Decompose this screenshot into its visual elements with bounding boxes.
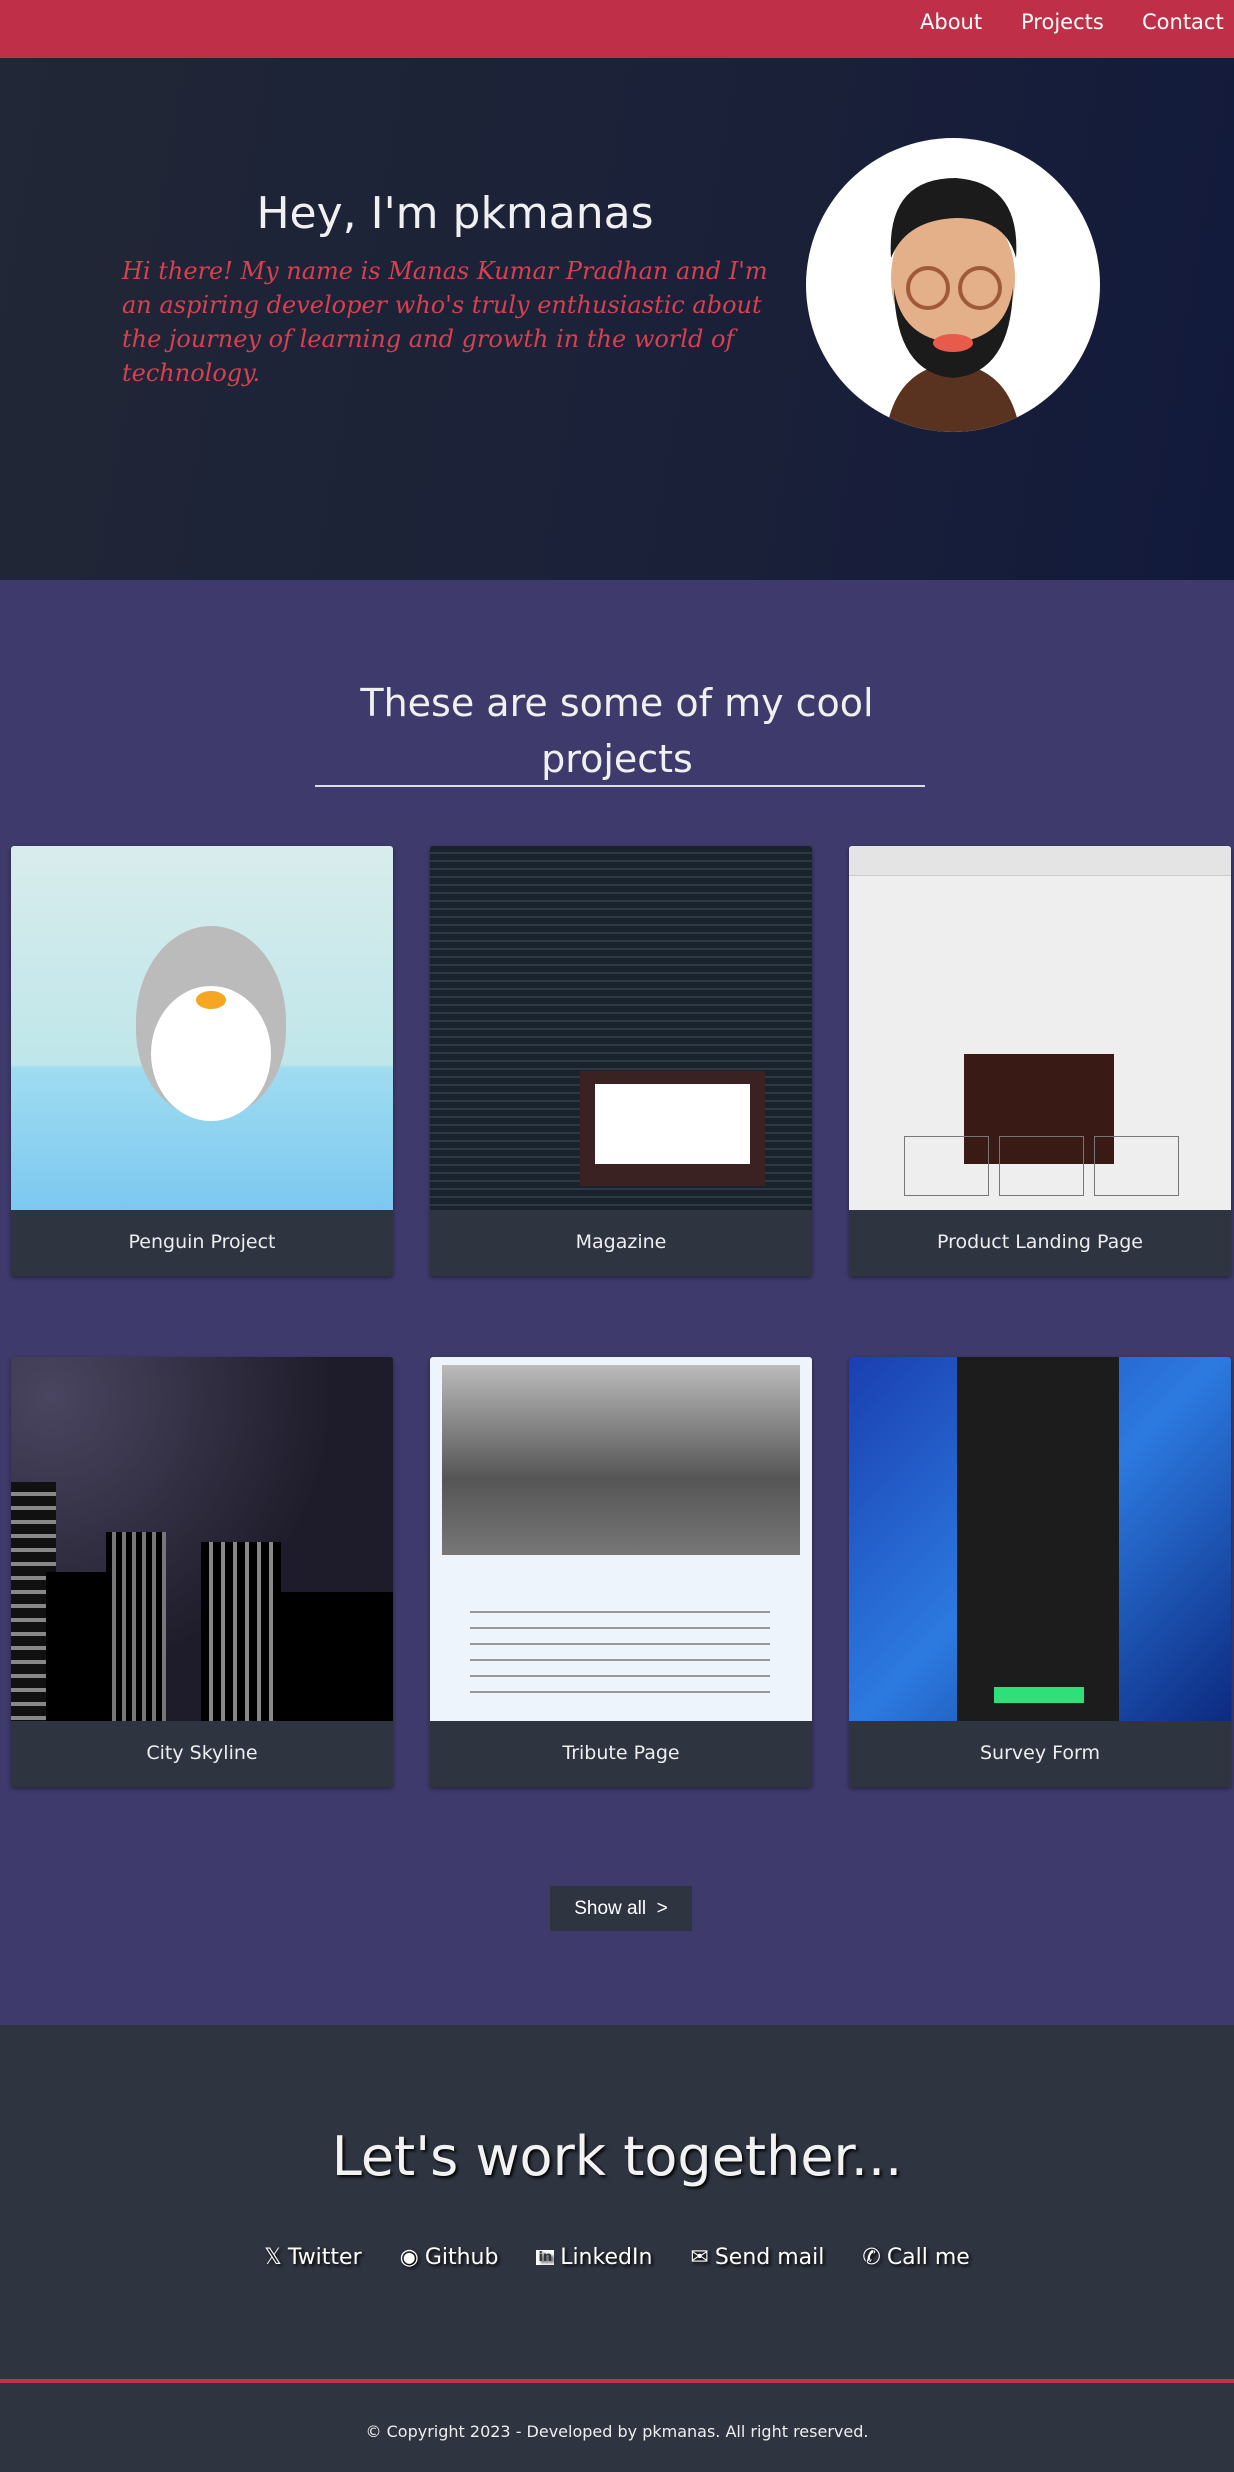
call-me-link[interactable]: ✆ Call me (862, 2245, 969, 2270)
project-title: City Skyline (146, 1742, 258, 1764)
footer-divider (0, 2379, 1234, 2383)
project-card-tribute[interactable]: Tribute Page (430, 1357, 812, 1787)
project-title: Penguin Project (128, 1231, 276, 1253)
heading-underline (315, 785, 925, 787)
hero-section: Hey, I'm pkmanas Hi there! My name is Ma… (0, 58, 1234, 580)
link-label: Github (424, 2245, 499, 2270)
link-label: Call me (886, 2245, 970, 2270)
link-label: Twitter (287, 2245, 362, 2270)
show-all-label: Show all (574, 1898, 647, 1919)
project-thumbnail (430, 846, 812, 1210)
project-card-penguin[interactable]: Penguin Project (11, 846, 393, 1276)
footer-copyright: © Copyright 2023 - Developed by pkmanas.… (365, 2422, 869, 2441)
project-thumbnail (849, 1357, 1231, 1721)
project-title: Magazine (575, 1231, 667, 1253)
avatar (806, 138, 1100, 432)
show-all-button[interactable]: Show all > (550, 1886, 692, 1931)
top-nav: About Projects Contact (0, 0, 1234, 58)
project-card-survey[interactable]: Survey Form (849, 1357, 1231, 1787)
project-thumbnail (430, 1357, 812, 1721)
nav-projects[interactable]: Projects (1021, 10, 1104, 34)
github-icon: ◉ (399, 2245, 419, 2270)
project-title: Tribute Page (562, 1742, 680, 1764)
contact-links: 𝕏 Twitter ◉ Github in LinkedIn ✉ Send mail ✆… (0, 2245, 1234, 2270)
send-mail-link[interactable]: ✉ Send mail (690, 2245, 824, 2270)
project-card-skyline[interactable]: City Skyline (11, 1357, 393, 1787)
contact-heading: Let's work together... (331, 2125, 903, 2188)
project-title: Survey Form (980, 1742, 1100, 1764)
projects-heading: These are some of my cool projects (360, 681, 874, 781)
project-card-magazine[interactable]: Magazine (430, 846, 812, 1276)
github-link[interactable]: ◉ Github (400, 2245, 499, 2270)
hero-intro: Hi there! My name is Manas Kumar Pradhan… (122, 257, 768, 387)
x-icon: 𝕏 (264, 2245, 282, 2270)
nav-about[interactable]: About (920, 10, 982, 34)
mail-icon: ✉ (690, 2245, 709, 2270)
project-card-landing[interactable]: Product Landing Page (849, 846, 1231, 1276)
phone-icon: ✆ (862, 2245, 881, 2270)
linkedin-icon: in (536, 2250, 555, 2265)
twitter-link[interactable]: 𝕏 Twitter (264, 2245, 361, 2270)
linkedin-link[interactable]: in LinkedIn (536, 2245, 652, 2270)
projects-section: These are some of my cool projects Pengu… (0, 580, 1234, 2025)
chevron-right-icon: > (656, 1898, 668, 1919)
project-thumbnail (849, 846, 1231, 1210)
link-label: Send mail (714, 2245, 825, 2270)
project-thumbnail (11, 1357, 393, 1721)
project-thumbnail (11, 846, 393, 1210)
nav-contact[interactable]: Contact (1142, 10, 1224, 34)
contact-section: Let's work together... 𝕏 Twitter ◉ Github … (0, 2025, 1234, 2380)
link-label: LinkedIn (560, 2245, 653, 2270)
hero-title: Hey, I'm pkmanas (256, 188, 654, 239)
project-title: Product Landing Page (937, 1231, 1143, 1253)
